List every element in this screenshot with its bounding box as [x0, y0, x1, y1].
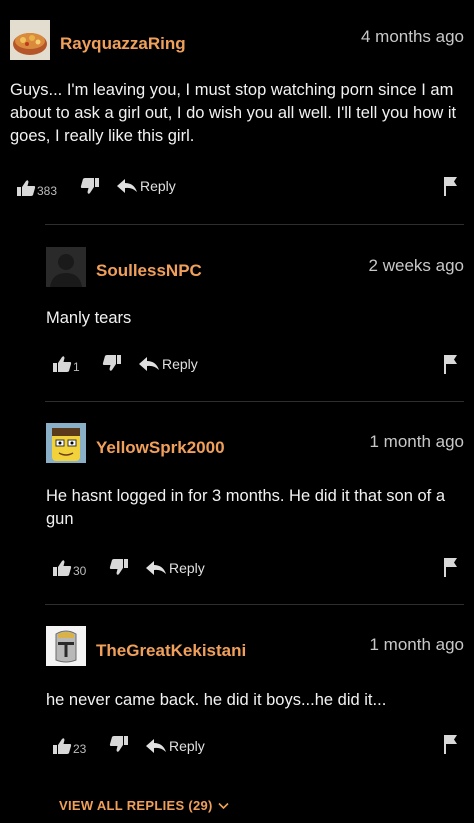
report-button[interactable] — [443, 176, 458, 196]
report-button[interactable] — [443, 557, 458, 577]
timestamp: 1 month ago — [369, 432, 464, 451]
upvote-button[interactable]: 30 — [52, 558, 86, 578]
knight-helmet-avatar-icon — [46, 626, 86, 666]
food-bowl-avatar-icon — [10, 20, 50, 60]
like-count: 1 — [73, 360, 80, 374]
comment-rayquazzaring: RayquazzaRing 4 months ago Guys... I'm l… — [0, 0, 474, 220]
thumbs-down-icon — [109, 559, 128, 575]
reply-label: Reply — [169, 560, 205, 576]
username[interactable]: TheGreatKekistani — [96, 641, 246, 661]
thumbs-up-icon — [17, 180, 36, 196]
reply-label: Reply — [169, 738, 205, 754]
report-button[interactable] — [443, 354, 458, 374]
upvote-button[interactable]: 1 — [52, 354, 80, 374]
reply-label: Reply — [140, 178, 176, 194]
timestamp: 4 months ago — [360, 27, 464, 46]
avatar[interactable] — [46, 626, 86, 666]
flag-icon — [444, 735, 457, 754]
flag-icon — [444, 558, 457, 577]
silhouette-avatar-icon — [46, 247, 86, 287]
view-all-replies-label: VIEW ALL REPLIES (29) — [59, 798, 213, 813]
comment-text: Guys... I'm leaving you, I must stop wat… — [10, 81, 457, 145]
reply-arrow-icon — [117, 179, 137, 193]
downvote-button[interactable] — [102, 354, 122, 372]
downvote-button[interactable] — [109, 558, 129, 576]
chevron-down-icon — [218, 802, 229, 809]
upvote-button[interactable]: 23 — [52, 736, 86, 756]
like-count: 383 — [37, 184, 58, 198]
timestamp: 2 weeks ago — [368, 256, 464, 275]
comment-thegreatkekistani: TheGreatKekistani 1 month ago he never c… — [0, 604, 474, 784]
thumbs-up-icon — [53, 738, 72, 754]
reply-arrow-icon — [146, 561, 166, 575]
username[interactable]: YellowSprk2000 — [96, 438, 225, 458]
comment-yellowsprk2000: YellowSprk2000 1 month ago He hasnt logg… — [0, 401, 474, 603]
downvote-button[interactable] — [80, 177, 100, 195]
reply-arrow-icon — [139, 357, 159, 371]
thumbs-up-icon — [53, 356, 72, 372]
downvote-button[interactable] — [109, 735, 129, 753]
reply-button[interactable]: Reply — [117, 178, 176, 194]
timestamp: 1 month ago — [369, 635, 464, 654]
username[interactable]: SoullessNPC — [96, 261, 202, 281]
upvote-button[interactable]: 383 — [16, 178, 57, 198]
thumbs-down-icon — [102, 355, 121, 371]
comment-soullessnpc: SoullessNPC 2 weeks ago Manly tears 1 Re… — [0, 224, 474, 400]
flag-icon — [444, 177, 457, 196]
like-count: 23 — [73, 742, 87, 756]
avatar[interactable] — [10, 20, 50, 60]
cartoon-face-avatar-icon — [46, 423, 86, 463]
username[interactable]: RayquazzaRing — [60, 34, 186, 54]
comment-text: Manly tears — [46, 309, 132, 327]
flag-icon — [444, 355, 457, 374]
thumbs-up-icon — [53, 560, 72, 576]
thumbs-down-icon — [109, 736, 128, 752]
reply-button[interactable]: Reply — [146, 560, 205, 576]
comment-text: He hasnt logged in for 3 months. He did … — [46, 487, 445, 528]
reply-arrow-icon — [146, 739, 166, 753]
reply-label: Reply — [162, 356, 198, 372]
avatar[interactable] — [46, 247, 86, 287]
reply-button[interactable]: Reply — [139, 356, 198, 372]
like-count: 30 — [73, 564, 87, 578]
report-button[interactable] — [443, 734, 458, 754]
comment-text: he never came back. he did it boys...he … — [46, 691, 387, 709]
view-all-replies-button[interactable]: VIEW ALL REPLIES (29) — [59, 798, 229, 813]
avatar[interactable] — [46, 423, 86, 463]
thumbs-down-icon — [80, 178, 99, 194]
reply-button[interactable]: Reply — [146, 738, 205, 754]
